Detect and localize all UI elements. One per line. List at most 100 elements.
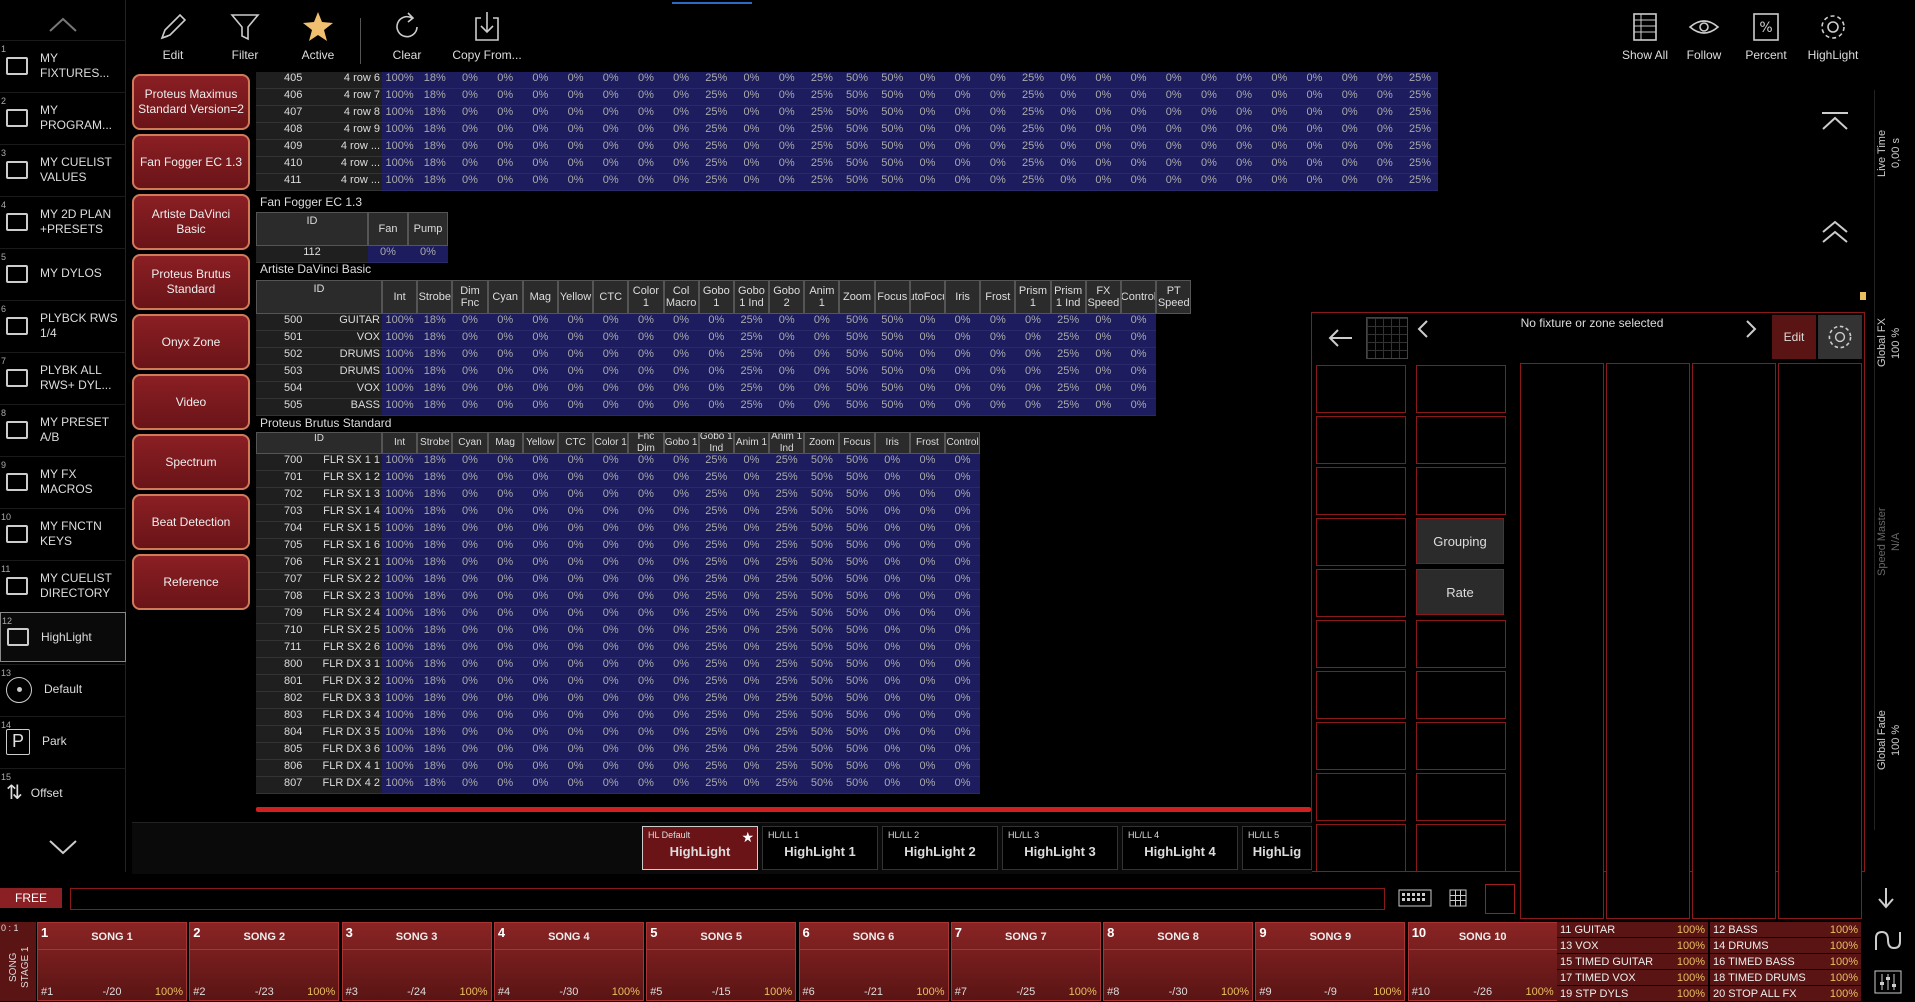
column-header[interactable]: Zoom: [839, 280, 875, 314]
column-header[interactable]: Color 1: [628, 280, 664, 314]
value-cell[interactable]: 25%: [769, 641, 805, 658]
value-cell[interactable]: 50%: [874, 365, 910, 382]
value-cell[interactable]: 0%: [593, 726, 629, 743]
column-header[interactable]: Strobe: [417, 432, 453, 454]
value-cell[interactable]: 0%: [1226, 123, 1262, 140]
edit-button[interactable]: Edit: [153, 10, 193, 70]
value-cell[interactable]: 0%: [593, 348, 629, 365]
value-cell[interactable]: 0%: [557, 382, 594, 399]
value-cell[interactable]: 0%: [1261, 174, 1297, 191]
table-row[interactable]: 805 FLR DX 3 6 100% 18% 0% 0% 0% 0% 0% 0% 0% 25% 0% 2…: [256, 743, 981, 760]
value-cell[interactable]: 0%: [452, 692, 488, 709]
value-cell[interactable]: 50%: [839, 590, 875, 607]
highlight-playback-4[interactable]: HL/LL 4 HighLight 4: [1122, 826, 1238, 870]
value-cell[interactable]: 100%: [382, 692, 418, 709]
value-cell[interactable]: 25%: [733, 314, 770, 331]
table-row[interactable]: 801 FLR DX 3 2 100% 18% 0% 0% 0% 0% 0% 0% 0% 25% 0% 2…: [256, 675, 981, 692]
fixture-type-button[interactable]: Proteus Brutus Standard: [132, 254, 250, 310]
value-cell[interactable]: 0%: [980, 314, 1016, 331]
value-cell[interactable]: 0%: [557, 607, 594, 624]
value-cell[interactable]: 0%: [945, 675, 981, 692]
value-cell[interactable]: 0%: [804, 331, 840, 348]
value-cell[interactable]: 50%: [839, 399, 875, 416]
value-cell[interactable]: 25%: [1050, 314, 1086, 331]
value-cell[interactable]: 18%: [417, 726, 453, 743]
value-cell[interactable]: 0%: [945, 140, 981, 157]
sidebar-item-9[interactable]: 9 MY FX MACROS: [0, 456, 126, 506]
value-cell[interactable]: 25%: [733, 348, 770, 365]
column-header[interactable]: Anim 1: [804, 280, 840, 314]
column-header[interactable]: Focus: [874, 280, 910, 314]
mini-cue-button[interactable]: 20 STOP ALL FX 100%: [1710, 986, 1861, 1002]
value-cell[interactable]: 0%: [522, 157, 558, 174]
value-cell[interactable]: 0%: [557, 505, 594, 522]
value-cell[interactable]: 25%: [804, 174, 840, 191]
value-cell[interactable]: 25%: [698, 488, 734, 505]
value-cell[interactable]: 18%: [417, 72, 453, 89]
value-cell[interactable]: 25%: [698, 709, 734, 726]
value-cell[interactable]: 100%: [382, 72, 418, 89]
value-cell[interactable]: 0%: [452, 454, 488, 471]
value-cell[interactable]: 25%: [698, 624, 734, 641]
fixture-type-button[interactable]: Spectrum: [132, 434, 250, 490]
copy-from-button[interactable]: Copy From...: [452, 10, 522, 70]
overlay-column-3[interactable]: [1692, 363, 1776, 919]
value-cell[interactable]: 0%: [593, 505, 629, 522]
value-cell[interactable]: 0%: [1120, 399, 1157, 416]
song-playback-6[interactable]: 6 SONG 6 #6 -/21 100%: [798, 922, 949, 1001]
value-cell[interactable]: 0%: [769, 106, 805, 123]
value-cell[interactable]: 0%: [909, 743, 945, 760]
value-cell[interactable]: 0%: [663, 556, 699, 573]
column-header[interactable]: Zoom: [804, 432, 840, 454]
table-row[interactable]: 702 FLR SX 1 3 100% 18% 0% 0% 0% 0% 0% 0% 0% 25% 0% 2…: [256, 488, 981, 505]
column-header[interactable]: Prism 1: [1015, 280, 1051, 314]
value-cell[interactable]: 0%: [522, 505, 558, 522]
table-row[interactable]: 704 FLR SX 1 5 100% 18% 0% 0% 0% 0% 0% 0% 0% 25% 0% 2…: [256, 522, 981, 539]
value-cell[interactable]: 0%: [1296, 89, 1333, 106]
value-cell[interactable]: 0%: [1191, 157, 1227, 174]
value-cell[interactable]: 25%: [804, 72, 840, 89]
value-cell[interactable]: 0%: [628, 454, 664, 471]
value-cell[interactable]: 0%: [1050, 106, 1086, 123]
column-header[interactable]: Prism 1 Ind: [1050, 280, 1086, 314]
value-cell[interactable]: 25%: [804, 157, 840, 174]
value-cell[interactable]: 0%: [1085, 72, 1121, 89]
value-cell[interactable]: 0%: [945, 556, 981, 573]
value-cell[interactable]: 0%: [557, 760, 594, 777]
column-header[interactable]: PT Speed: [1156, 280, 1192, 314]
wave-button[interactable]: [1874, 930, 1902, 957]
value-cell[interactable]: 0%: [874, 590, 910, 607]
overlay-slot[interactable]: [1416, 365, 1506, 413]
value-cell[interactable]: 0%: [945, 454, 981, 471]
value-cell[interactable]: 0%: [1156, 157, 1192, 174]
value-cell[interactable]: 0%: [522, 348, 558, 365]
value-cell[interactable]: 0%: [593, 658, 629, 675]
value-cell[interactable]: 0%: [557, 692, 594, 709]
value-cell[interactable]: 0%: [663, 590, 699, 607]
value-cell[interactable]: 0%: [522, 743, 558, 760]
value-cell[interactable]: 0%: [1191, 123, 1227, 140]
value-cell[interactable]: 0%: [628, 123, 664, 140]
value-cell[interactable]: 0%: [487, 539, 523, 556]
value-cell[interactable]: 0%: [945, 399, 981, 416]
value-cell[interactable]: 25%: [1402, 123, 1438, 140]
value-cell[interactable]: 0%: [698, 399, 734, 416]
value-cell[interactable]: 0%: [1085, 399, 1121, 416]
value-cell[interactable]: 0%: [945, 89, 981, 106]
value-cell[interactable]: 0%: [698, 314, 734, 331]
value-cell[interactable]: 50%: [804, 692, 840, 709]
column-header[interactable]: Gobo 1: [698, 280, 734, 314]
value-cell[interactable]: 0%: [663, 522, 699, 539]
value-cell[interactable]: 0%: [663, 692, 699, 709]
value-cell[interactable]: 0%: [945, 641, 981, 658]
value-cell[interactable]: 0%: [980, 399, 1016, 416]
value-cell[interactable]: 0%: [452, 573, 488, 590]
value-cell[interactable]: 0%: [522, 488, 558, 505]
table-row[interactable]: 410 4 row ... 100% 18% 0% 0% 0% 0% 0% 0% 0% 25% 0% 0%…: [256, 157, 1438, 174]
value-cell[interactable]: 0%: [1226, 174, 1262, 191]
value-cell[interactable]: 50%: [804, 590, 840, 607]
value-cell[interactable]: 0%: [663, 709, 699, 726]
value-cell[interactable]: 0%: [452, 174, 488, 191]
value-cell[interactable]: 0%: [557, 399, 594, 416]
value-cell[interactable]: 0%: [1120, 348, 1157, 365]
